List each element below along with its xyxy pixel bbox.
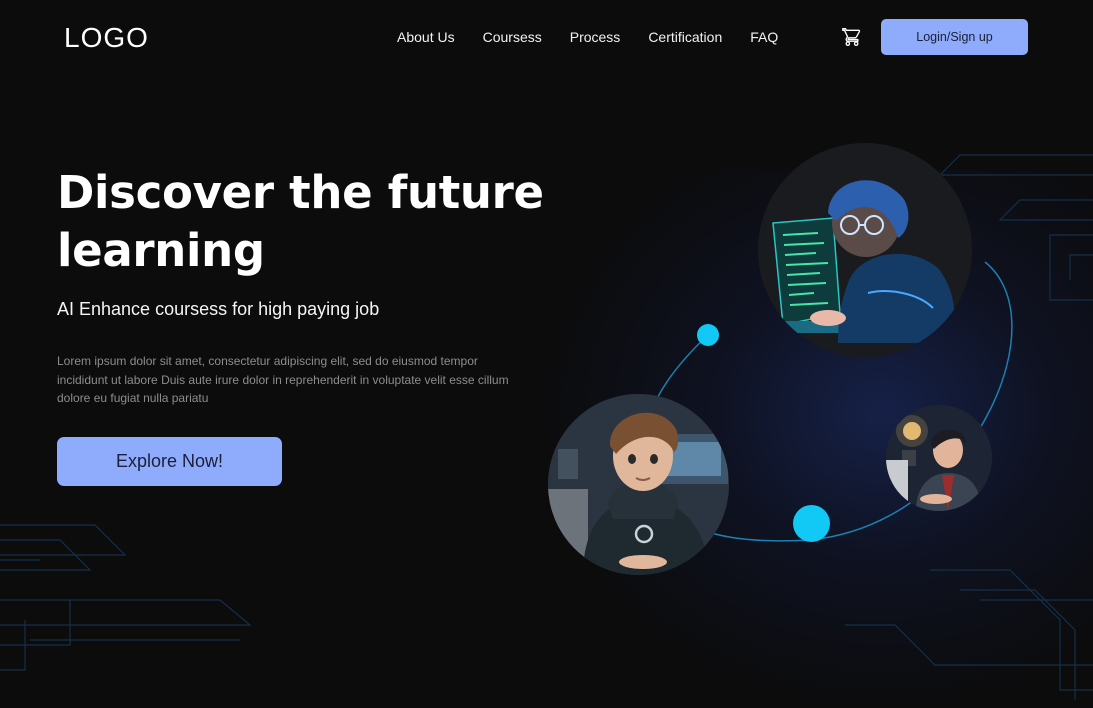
avatar-coder-kid: [758, 143, 972, 357]
hero-description: Lorem ipsum dolor sit amet, consectetur …: [57, 354, 509, 405]
orbit-dot-small: [697, 324, 719, 346]
hero-subtitle: AI Enhance coursess for high paying job: [57, 299, 380, 319]
nav-item-courses[interactable]: Coursess: [483, 29, 542, 45]
explore-now-button[interactable]: Explore Now!: [57, 437, 282, 486]
avatar-hoodie-student: [548, 394, 729, 575]
avatar-studying-boy: [886, 405, 992, 511]
main-nav: About Us Coursess Process Certification …: [397, 29, 778, 45]
nav-item-faq[interactable]: FAQ: [750, 29, 778, 45]
logo[interactable]: LOGO: [64, 22, 149, 54]
login-signup-button[interactable]: Login/Sign up: [881, 19, 1028, 55]
nav-item-about-us[interactable]: About Us: [397, 29, 455, 45]
nav-item-certification[interactable]: Certification: [648, 29, 722, 45]
nav-item-process[interactable]: Process: [570, 29, 621, 45]
hero-title: Discover the future learning: [57, 166, 544, 277]
orbit-dot-large: [793, 505, 830, 542]
cart-icon[interactable]: [842, 27, 862, 47]
landing-page: LOGO About Us Coursess Process Certifica…: [0, 0, 1093, 708]
